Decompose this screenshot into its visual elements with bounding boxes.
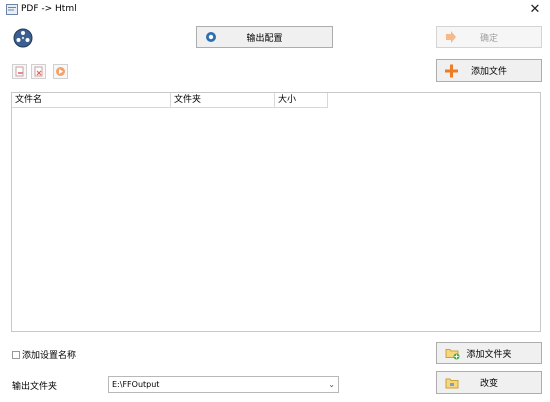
output-folder-path: E:\FFOutput (112, 380, 160, 389)
film-reel-icon (13, 28, 33, 48)
add-folder-button[interactable]: 添加文件夹 (436, 342, 542, 364)
play-button[interactable] (53, 64, 68, 79)
folder-add-icon (445, 349, 460, 360)
folder-icon (445, 378, 459, 388)
output-config-label: 输出配置 (246, 33, 283, 44)
column-header-folder[interactable]: 文件夹 (171, 93, 275, 108)
change-button[interactable]: 改变 (436, 371, 542, 394)
plus-icon (445, 64, 458, 77)
add-file-label: 添加文件 (470, 67, 507, 77)
play-icon (56, 67, 65, 76)
file-list[interactable]: 文件名 文件夹 大小 (11, 92, 541, 332)
add-setting-name-option[interactable]: 添加设置名称 (12, 348, 76, 361)
add-file-button[interactable]: 添加文件 (436, 59, 542, 82)
change-label: 改变 (479, 379, 498, 389)
confirm-arrow-icon (446, 31, 456, 43)
ok-label: 确定 (479, 33, 498, 44)
add-folder-label: 添加文件夹 (466, 349, 512, 360)
output-config-button[interactable]: 输出配置 (196, 26, 333, 48)
window-title: PDF -> Html (21, 4, 77, 14)
output-folder-label: 输出文件夹 (12, 382, 58, 392)
chevron-down-icon: ⌄ (328, 380, 335, 389)
close-button[interactable]: ✕ (526, 2, 544, 18)
ok-button[interactable]: 确定 (436, 26, 542, 48)
clear-list-button[interactable] (31, 64, 46, 79)
column-header-filename[interactable]: 文件名 (12, 93, 171, 108)
output-config-icon (206, 32, 216, 42)
output-folder-select[interactable]: E:\FFOutput ⌄ (108, 376, 339, 393)
title-bar: PDF -> Html ✕ (0, 0, 550, 20)
remove-file-button[interactable] (12, 64, 27, 79)
clear-list-icon (34, 66, 43, 77)
add-setting-name-label: 添加设置名称 (22, 351, 77, 361)
remove-file-icon (15, 66, 24, 77)
add-setting-name-checkbox[interactable] (12, 350, 20, 359)
pdf-app-icon (6, 4, 18, 15)
column-header-size[interactable]: 大小 (275, 93, 328, 108)
